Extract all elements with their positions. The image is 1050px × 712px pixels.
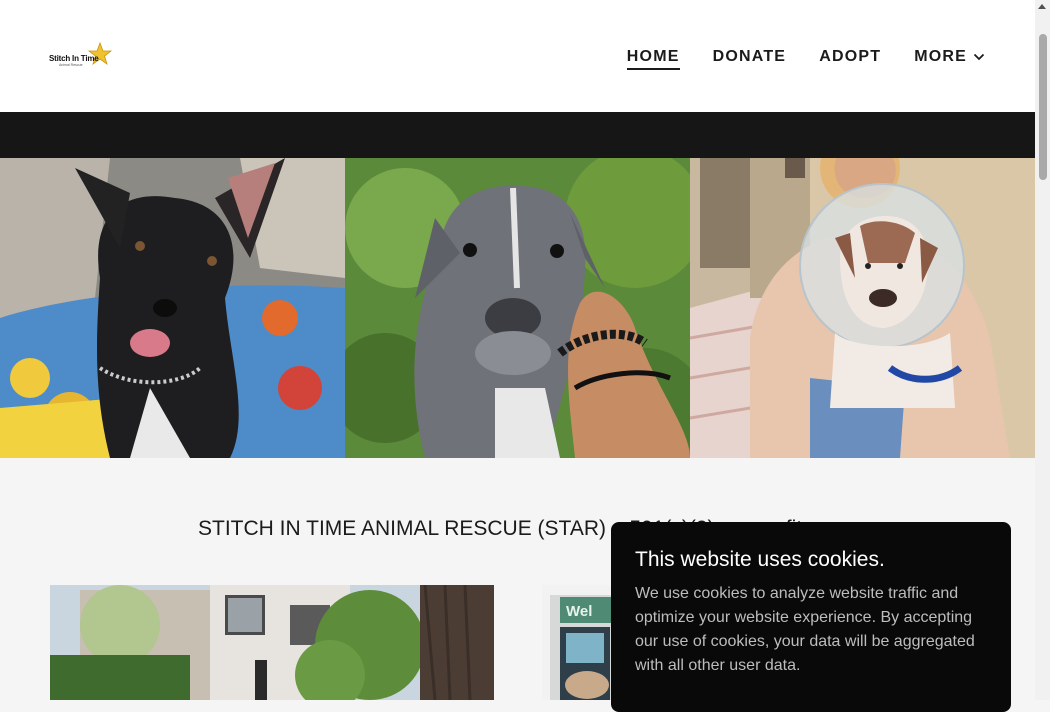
nav-donate[interactable]: DONATE bbox=[713, 48, 787, 70]
photo-black-dog bbox=[0, 158, 345, 458]
cookie-banner: This website uses cookies. We use cookie… bbox=[611, 522, 1011, 712]
hero-photo-gallery bbox=[0, 158, 1035, 458]
logo-text: Stitch In Time bbox=[49, 54, 99, 63]
main-nav: HOME DONATE ADOPT MORE bbox=[626, 48, 985, 70]
photo-dog-with-cone bbox=[690, 158, 1035, 458]
site-logo[interactable]: Stitch In Time Animal Rescue bbox=[48, 42, 112, 70]
logo-subtext: Animal Rescue bbox=[59, 63, 83, 67]
nav-more-label: MORE bbox=[914, 48, 967, 65]
scrollbar-thumb[interactable] bbox=[1039, 34, 1047, 180]
photo-grey-puppy bbox=[345, 158, 690, 458]
photo-rescue-house bbox=[50, 585, 494, 700]
cookie-banner-title: This website uses cookies. bbox=[635, 548, 885, 571]
nav-more[interactable]: MORE bbox=[914, 48, 985, 70]
site-header: Stitch In Time Animal Rescue HOME DONATE… bbox=[0, 0, 1035, 112]
nav-adopt[interactable]: ADOPT bbox=[819, 48, 881, 70]
chevron-down-icon bbox=[973, 53, 985, 61]
svg-text:Wel: Wel bbox=[566, 603, 592, 620]
hero-top-bar bbox=[0, 112, 1035, 158]
scroll-up-arrow-icon[interactable] bbox=[1038, 4, 1046, 9]
page-scrollbar[interactable] bbox=[1035, 0, 1050, 700]
nav-home[interactable]: HOME bbox=[626, 48, 680, 70]
cookie-banner-body: We use cookies to analyze website traffi… bbox=[635, 585, 975, 674]
